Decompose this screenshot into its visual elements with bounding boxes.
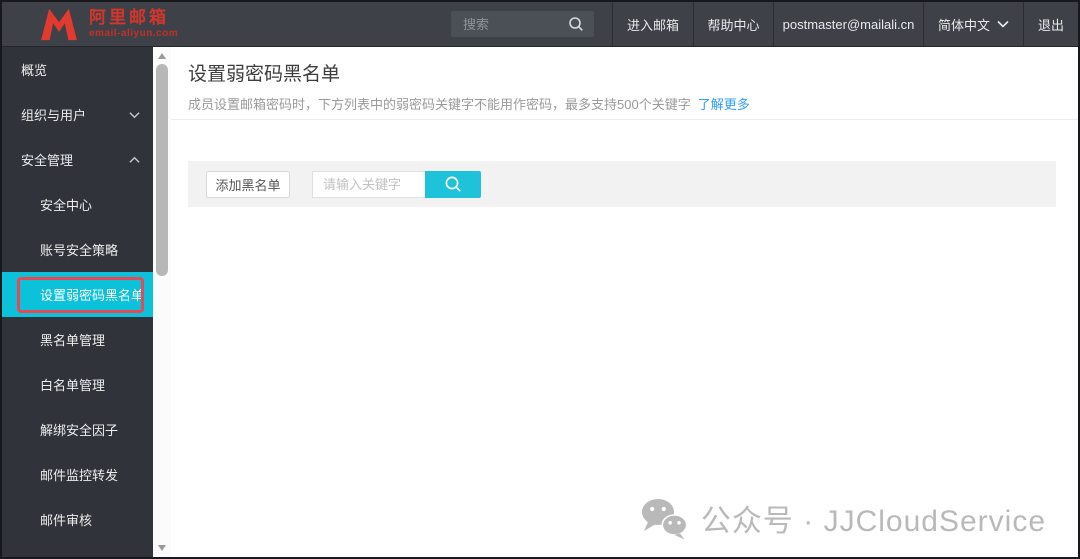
topbar-menu: 进入邮箱 帮助中心 postmaster@mailali.cn 简体中文 退出 <box>612 2 1078 46</box>
search-icon <box>445 176 461 192</box>
sidebar-item-label: 安全中心 <box>40 198 93 213</box>
chevron-up-icon <box>129 156 140 163</box>
scrollbar-up-arrow[interactable] <box>153 49 171 63</box>
topbar-search-input[interactable] <box>461 15 556 33</box>
sidebar-item-label: 黑名单管理 <box>40 333 106 348</box>
sidebar-nav: 概览 组织与用户 安全管理 安全中心 账号安全策略 设置弱密码黑名单 黑名单管理 <box>2 47 153 557</box>
sidebar-item-mail-monitor-forward[interactable]: 邮件监控转发 <box>2 452 153 497</box>
page-description: 成员设置邮箱密码时，下方列表中的弱密码关键字不能用作密码，最多支持500个关键字… <box>188 94 750 113</box>
triangle-up-icon <box>158 53 166 59</box>
sidebar-item-account-security-policy[interactable]: 账号安全策略 <box>2 227 153 272</box>
sidebar-item-label: 解绑安全因子 <box>40 423 119 438</box>
keyword-input[interactable] <box>312 170 425 198</box>
sidebar-item-security-center[interactable]: 安全中心 <box>2 182 153 227</box>
keyword-search-button[interactable] <box>425 170 481 198</box>
sidebar-item-security-mgmt[interactable]: 安全管理 <box>2 137 153 182</box>
scrollbar-down-arrow[interactable] <box>153 541 171 555</box>
logout-button[interactable]: 退出 <box>1023 2 1078 46</box>
wechat-icon <box>641 498 688 539</box>
enter-mailbox-button[interactable]: 进入邮箱 <box>612 2 693 46</box>
sidebar-item-overview[interactable]: 概览 <box>2 47 153 92</box>
page-title: 设置弱密码黑名单 <box>188 64 341 85</box>
add-blacklist-button[interactable]: 添加黑名单 <box>206 170 290 198</box>
language-label: 简体中文 <box>937 17 990 33</box>
alimail-m-icon <box>41 8 77 41</box>
sidebar-item-unbind-security-factor[interactable]: 解绑安全因子 <box>2 407 153 452</box>
brand-domain: email-aliyun.com <box>89 28 179 39</box>
header-divider <box>171 119 1078 120</box>
learn-more-link[interactable]: 了解更多 <box>698 97 750 112</box>
triangle-down-icon <box>158 545 166 551</box>
blacklist-toolbar: 添加黑名单 <box>188 161 1056 207</box>
help-center-button[interactable]: 帮助中心 <box>693 2 773 46</box>
account-menu[interactable]: postmaster@mailali.cn <box>773 2 923 46</box>
app-window: 阿里邮箱 email-aliyun.com 进入邮箱 帮助中心 postmast… <box>0 0 1080 559</box>
enter-mailbox-label: 进入邮箱 <box>626 17 679 33</box>
logout-label: 退出 <box>1037 17 1064 33</box>
sidebar-item-label: 概览 <box>21 63 48 78</box>
chevron-down-icon <box>997 20 1009 28</box>
sidebar-item-label: 邮件审核 <box>40 513 93 528</box>
sidebar-item-mail-audit[interactable]: 邮件审核 <box>2 497 153 542</box>
watermark-text: 公众号 · JJCloudService <box>700 505 1046 538</box>
sidebar-item-org-users[interactable]: 组织与用户 <box>2 92 153 137</box>
brand-text: 阿里邮箱 email-aliyun.com <box>89 9 178 39</box>
sidebar-scrollbar[interactable] <box>153 47 171 557</box>
brand-logo[interactable]: 阿里邮箱 email-aliyun.com <box>2 2 451 46</box>
sidebar-item-label: 安全管理 <box>21 153 74 168</box>
main-content: 设置弱密码黑名单 成员设置邮箱密码时，下方列表中的弱密码关键字不能用作密码，最多… <box>171 47 1078 557</box>
language-selector[interactable]: 简体中文 <box>923 2 1023 46</box>
scrollbar-thumb[interactable] <box>156 64 168 276</box>
sidebar-item-label: 白名单管理 <box>40 378 106 393</box>
sidebar-item-label: 邮件监控转发 <box>40 468 119 483</box>
sidebar-item-label: 账号安全策略 <box>40 243 119 258</box>
topbar-search-box[interactable] <box>451 11 594 37</box>
keyword-search-group <box>312 170 481 198</box>
topbar: 阿里邮箱 email-aliyun.com 进入邮箱 帮助中心 postmast… <box>2 2 1078 47</box>
sidebar-item-label: 设置弱密码黑名单 <box>40 288 145 303</box>
sidebar-item-whitelist-mgmt[interactable]: 白名单管理 <box>2 362 153 407</box>
description-text: 成员设置邮箱密码时，下方列表中的弱密码关键字不能用作密码，最多支持500个关键字 <box>188 97 691 112</box>
watermark: 公众号 · JJCloudService <box>640 496 1046 540</box>
search-icon[interactable] <box>568 16 584 32</box>
sidebar-item-blacklist-mgmt[interactable]: 黑名单管理 <box>2 317 153 362</box>
sidebar-item-label: 组织与用户 <box>21 108 87 123</box>
help-center-label: 帮助中心 <box>707 17 760 33</box>
account-email: postmaster@mailali.cn <box>782 16 915 32</box>
brand-name: 阿里邮箱 <box>89 8 169 27</box>
sidebar-item-weak-password-blacklist[interactable]: 设置弱密码黑名单 <box>2 272 153 317</box>
chevron-down-icon <box>129 111 140 118</box>
